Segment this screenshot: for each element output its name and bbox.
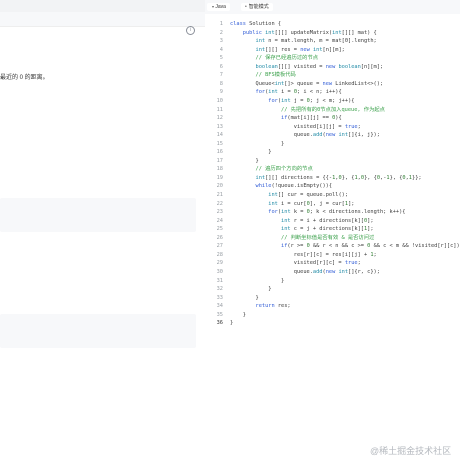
code-line[interactable]: queue.add(new int[]{i, j}); bbox=[230, 131, 380, 139]
mode-label: 智能模式 bbox=[248, 4, 269, 10]
line-number: 9 bbox=[219, 89, 223, 96]
code-line[interactable]: while(!queue.isEmpty()){ bbox=[230, 182, 333, 190]
code-line[interactable]: visited[i][j] = true; bbox=[230, 123, 361, 131]
line-number: 4 bbox=[219, 46, 223, 53]
line-number: 23 bbox=[216, 209, 223, 216]
code-line[interactable]: } bbox=[230, 140, 284, 148]
line-number: 7 bbox=[219, 72, 223, 79]
line-number: 12 bbox=[216, 115, 223, 122]
smart-mode-button[interactable]: • 智能模式 bbox=[241, 3, 273, 11]
line-number: 6 bbox=[219, 63, 223, 70]
code-line[interactable]: return res; bbox=[230, 302, 291, 310]
problem-panel: i 最近的 0 的距离。 bbox=[0, 12, 206, 460]
line-number: 30 bbox=[216, 268, 223, 275]
code-line[interactable]: // BFS模板代码 bbox=[230, 71, 296, 79]
line-number: 18 bbox=[216, 166, 223, 173]
line-number: 20 bbox=[216, 183, 223, 190]
code-line[interactable]: boolean[][] visited = new boolean[n][m]; bbox=[230, 63, 384, 71]
line-number: 34 bbox=[216, 303, 223, 310]
line-number: 5 bbox=[219, 55, 223, 62]
line-number: 17 bbox=[216, 157, 223, 164]
code-line[interactable]: int[][] directions = {{-1,0}, {1,0}, {0,… bbox=[230, 174, 422, 182]
code-line[interactable]: // 保存已经遍历过的节点 bbox=[230, 54, 319, 62]
code-line[interactable]: } bbox=[230, 148, 271, 156]
line-number: 21 bbox=[216, 192, 223, 198]
line-number: 13 bbox=[216, 123, 223, 130]
code-line[interactable]: int r = i + directions[k][0]; bbox=[230, 217, 374, 225]
code-line[interactable]: class Solution { bbox=[230, 20, 281, 28]
example-box-2 bbox=[0, 314, 196, 348]
watermark: @稀土掘金技术社区 bbox=[370, 446, 452, 456]
code-line[interactable]: // 先把所有的0节点加入queue, 作为起点 bbox=[230, 106, 385, 114]
line-number: 22 bbox=[216, 200, 223, 207]
code-line[interactable]: } bbox=[230, 157, 259, 165]
line-number: 29 bbox=[216, 260, 223, 267]
line-number: 35 bbox=[216, 311, 223, 318]
code-line[interactable]: } bbox=[230, 311, 246, 319]
line-number: 1 bbox=[219, 21, 223, 27]
line-number: 31 bbox=[216, 277, 223, 284]
code-line[interactable]: public int[][] updateMatrix(int[][] mat)… bbox=[230, 29, 377, 37]
code-line[interactable]: for(int k = 0; k < directions.length; k+… bbox=[230, 208, 405, 216]
line-number: 19 bbox=[216, 174, 223, 181]
code-line[interactable]: int[][] res = new int[n][m]; bbox=[230, 46, 345, 54]
code-line[interactable]: visited[r][c] = true; bbox=[230, 259, 361, 267]
code-line[interactable]: } bbox=[230, 294, 259, 302]
chevron-down-icon: ▾ bbox=[212, 4, 215, 9]
line-number: 25 bbox=[216, 226, 223, 233]
line-number: 27 bbox=[216, 243, 223, 250]
line-number: 8 bbox=[219, 80, 223, 87]
line-number: 24 bbox=[216, 217, 223, 224]
code-line[interactable]: // 遍历四个方向的节点 bbox=[230, 165, 313, 173]
code-line[interactable]: for(int j = 0; j < m; j++){ bbox=[230, 97, 354, 105]
editor-toolbar: ▾ Java • 智能模式 bbox=[205, 0, 460, 15]
line-number: 15 bbox=[216, 140, 223, 147]
code-line[interactable]: res[r][c] = res[i][j] + 1; bbox=[230, 251, 377, 259]
info-icon[interactable]: i bbox=[186, 26, 195, 35]
mode-icon: • bbox=[245, 4, 247, 10]
line-number: 11 bbox=[216, 106, 223, 113]
code-line[interactable]: if(r >= 0 && r < n && c >= 0 && c < m &&… bbox=[230, 242, 460, 250]
code-line[interactable]: int n = mat.length, m = mat[0].length; bbox=[230, 37, 377, 45]
code-line[interactable]: queue.add(new int[]{r, c}); bbox=[230, 268, 380, 276]
code-line[interactable]: } bbox=[230, 285, 271, 293]
line-number: 26 bbox=[216, 234, 223, 241]
line-number: 10 bbox=[216, 97, 223, 104]
example-box-1 bbox=[0, 198, 196, 232]
code-line[interactable]: if(mat[i][j] == 0){ bbox=[230, 114, 342, 122]
language-label: Java bbox=[215, 4, 226, 10]
code-line[interactable]: int c = j + directions[k][1]; bbox=[230, 225, 374, 233]
line-number: 33 bbox=[216, 294, 223, 301]
code-line[interactable]: int[] cur = queue.poll(); bbox=[230, 191, 348, 199]
code-line[interactable]: Queue<int[]> queue = new LinkedList<>(); bbox=[230, 80, 384, 88]
line-number: 36 bbox=[216, 320, 223, 327]
line-number: 14 bbox=[216, 132, 223, 139]
code-line[interactable]: } bbox=[230, 319, 233, 327]
code-line[interactable]: // 判断坐标值是否有效 & 是否访问过 bbox=[230, 234, 374, 242]
line-number: 16 bbox=[216, 149, 223, 156]
line-number: 28 bbox=[216, 251, 223, 258]
code-editor[interactable]: 1 class Solution { 2 public int[][] update… bbox=[205, 14, 460, 460]
line-number: 3 bbox=[219, 38, 223, 45]
problem-panel-header bbox=[0, 12, 205, 27]
code-line[interactable]: for(int i = 0; i < n; i++){ bbox=[230, 88, 342, 96]
code-line[interactable]: int i = cur[0], j = cur[1]; bbox=[230, 200, 354, 208]
code-line[interactable]: } bbox=[230, 277, 284, 285]
line-number: 2 bbox=[219, 29, 223, 36]
problem-description: 最近的 0 的距离。 bbox=[0, 75, 49, 81]
line-number: 32 bbox=[216, 286, 223, 293]
language-select[interactable]: ▾ Java bbox=[207, 3, 230, 11]
